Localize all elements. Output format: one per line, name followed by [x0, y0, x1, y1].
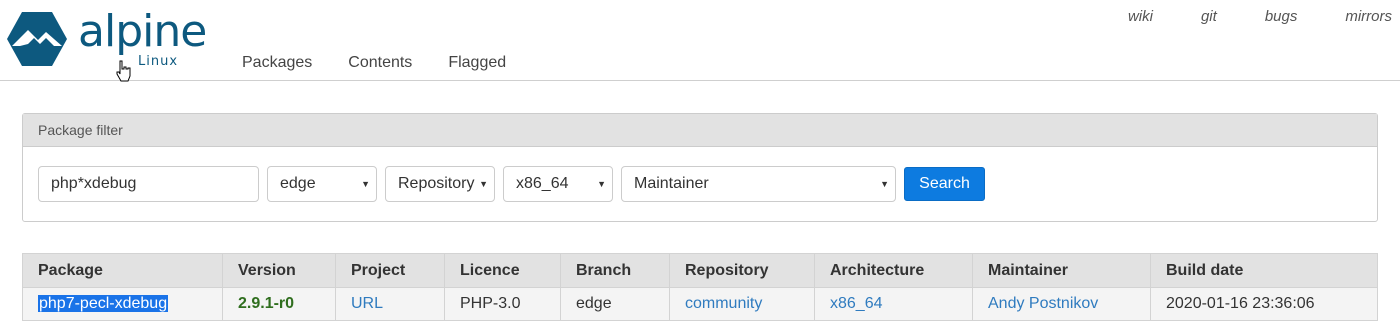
cell-licence: PHP-3.0	[444, 287, 561, 321]
maintainer-link[interactable]: Andy Postnikov	[988, 295, 1098, 312]
nav-contents[interactable]: Contents	[348, 54, 412, 72]
col-maintainer: Maintainer	[972, 253, 1151, 288]
col-licence: Licence	[444, 253, 561, 288]
project-url-link[interactable]: URL	[351, 295, 383, 312]
logo-subtitle: Linux	[138, 54, 179, 69]
nav-git[interactable]: git	[1201, 8, 1217, 25]
architecture-link[interactable]: x86_64	[830, 295, 883, 312]
cell-version: 2.9.1-r0	[222, 287, 336, 321]
nav-flagged[interactable]: Flagged	[448, 54, 506, 72]
architecture-select[interactable]: x86_64 ▼	[503, 166, 613, 202]
chevron-down-icon: ▼	[597, 179, 606, 189]
cell-branch: edge	[560, 287, 670, 321]
alpine-logo[interactable]: alpine Linux	[6, 4, 216, 74]
col-version: Version	[222, 253, 336, 288]
chevron-down-icon: ▼	[479, 179, 488, 189]
hand-cursor-icon	[116, 60, 131, 82]
packages-table: Package Version Project Licence Branch R…	[22, 253, 1378, 321]
top-nav: wiki git bugs mirrors	[1080, 8, 1392, 25]
col-package: Package	[22, 253, 223, 288]
cell-maintainer: Andy Postnikov	[972, 287, 1151, 321]
chevron-down-icon: ▼	[880, 179, 889, 189]
nav-wiki[interactable]: wiki	[1128, 8, 1153, 25]
site-header: alpine Linux Packages Contents Flagged w…	[0, 0, 1400, 82]
architecture-select-value: x86_64	[516, 175, 569, 192]
chevron-down-icon: ▼	[361, 179, 370, 189]
branch-select[interactable]: edge ▼	[267, 166, 377, 202]
maintainer-select-value: Maintainer	[634, 175, 709, 192]
repository-link[interactable]: community	[685, 295, 762, 312]
repository-select[interactable]: Repository ▼	[385, 166, 495, 202]
repository-select-value: Repository	[398, 175, 475, 192]
col-architecture: Architecture	[814, 253, 973, 288]
cell-package: php7-pecl-xdebug	[22, 287, 223, 321]
nav-packages[interactable]: Packages	[242, 54, 312, 72]
col-project: Project	[335, 253, 445, 288]
search-button[interactable]: Search	[904, 167, 985, 201]
cell-architecture: x86_64	[814, 287, 973, 321]
cell-build-date: 2020-01-16 23:36:06	[1150, 287, 1378, 321]
col-repository: Repository	[669, 253, 815, 288]
cell-project: URL	[335, 287, 445, 321]
maintainer-select[interactable]: Maintainer ▼	[621, 166, 896, 202]
alpine-hexagon-icon	[7, 12, 67, 66]
table-row: php7-pecl-xdebug 2.9.1-r0 URL PHP-3.0 ed…	[22, 287, 1378, 321]
panel-title: Package filter	[23, 114, 1377, 147]
main-nav: Packages Contents Flagged	[242, 54, 542, 72]
col-build-date: Build date	[1150, 253, 1378, 288]
nav-bugs[interactable]: bugs	[1265, 8, 1298, 25]
table-header-row: Package Version Project Licence Branch R…	[22, 253, 1378, 288]
package-name-value: php*xdebug	[51, 175, 137, 192]
nav-mirrors[interactable]: mirrors	[1345, 8, 1392, 25]
cell-repository: community	[669, 287, 815, 321]
package-link[interactable]: php7-pecl-xdebug	[38, 295, 169, 312]
col-branch: Branch	[560, 253, 670, 288]
branch-select-value: edge	[280, 175, 316, 192]
package-name-input[interactable]: php*xdebug	[38, 166, 259, 202]
logo-wordmark: alpine	[78, 6, 207, 57]
version-value: 2.9.1-r0	[238, 295, 295, 312]
